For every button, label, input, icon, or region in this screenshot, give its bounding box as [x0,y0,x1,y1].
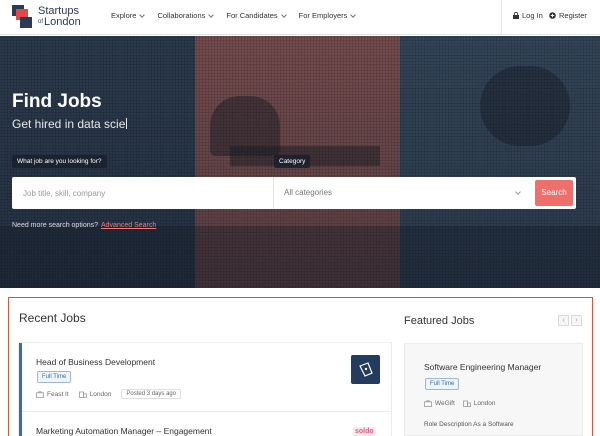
chevron-down-icon [280,11,287,18]
featured-prev-button[interactable]: ‹ [558,315,569,326]
job-location-name: London [473,400,496,407]
job-search-bar: All categories Search [12,177,576,209]
job-company-name: Feast It [47,390,69,398]
list-item[interactable]: Marketing Automation Manager – Engagemen… [22,412,391,436]
list-item[interactable]: Head of Business Development Full Time F… [22,343,391,411]
company-logo[interactable]: soldo [353,427,376,436]
featured-next-button[interactable]: › [571,315,582,326]
logo-text: Startups ofLondon [38,6,81,28]
lock-icon [513,12,519,19]
search-button[interactable]: Search [535,180,573,206]
menu-explore-label: Explore [111,11,137,20]
job-title[interactable]: Head of Business Development [36,357,155,367]
typing-cursor [126,118,128,129]
recent-jobs-title: Recent Jobs [19,311,86,325]
hero-section: Find Jobs Get hired in data scie What jo… [0,36,600,288]
login-link[interactable]: Log In [513,11,543,20]
building-icon [462,400,471,407]
login-label: Log In [522,11,543,20]
register-link[interactable]: Register [549,11,587,20]
advanced-search-prompt: Need more search options? [12,222,98,229]
advanced-search-link[interactable]: Advanced Search [101,222,156,229]
hero-subtitle: Get hired in data scie [12,117,128,131]
chevron-down-icon [350,11,357,18]
job-type-badge: Full Time [425,378,460,390]
hero-title: Find Jobs [12,91,102,112]
chevron-down-icon [139,11,146,18]
menu-for-candidates[interactable]: For Candidates [226,11,287,20]
keyword-input[interactable] [12,177,273,209]
menu-for-candidates-label: For Candidates [226,11,278,20]
featured-job-description: Role Description As a Software [424,421,514,428]
job-meta: Feast It London Posted 3 days ago [36,389,182,399]
menu-explore[interactable]: Explore [111,11,146,20]
menu-for-employers-label: For Employers [298,11,348,20]
top-navigation: Startups ofLondon Explore Collaborations… [0,0,600,35]
startups-of-london-logo[interactable]: Startups ofLondon [12,4,92,31]
job-location: London [462,400,496,407]
logo-of: of [38,19,44,25]
keyword-label: What job are you looking for? [12,155,107,168]
advanced-search-row: Need more search options? Advanced Search [12,222,156,229]
job-title[interactable]: Marketing Automation Manager – Engagemen… [36,426,212,436]
hero-subtitle-text: Get hired in data scie [12,117,126,131]
featured-jobs-title: Featured Jobs [404,315,475,327]
featured-job-meta: WeGift London [424,400,503,407]
chevron-down-icon [208,11,215,18]
company-logo[interactable] [351,355,380,384]
menu-collaborations[interactable]: Collaborations [157,11,215,20]
building-icon [78,391,87,398]
chevron-down-icon [515,189,521,195]
featured-job-title[interactable]: Software Engineering Manager [424,362,541,372]
nav-divider [501,0,502,35]
register-icon [549,12,556,19]
logo-mark-icon [12,5,32,28]
job-location: London [78,390,112,398]
job-company-name: WeGift [435,400,455,407]
job-type-badge: Full Time [37,371,72,383]
category-label: Category [274,155,311,168]
job-company: WeGift [424,400,455,407]
recent-jobs-list: Head of Business Development Full Time F… [19,343,391,436]
feast-it-logo-icon [359,362,373,377]
menu-for-employers[interactable]: For Employers [298,11,357,20]
category-select-value: All categories [284,188,333,197]
posted-date: Posted 3 days ago [121,389,182,399]
featured-job-card[interactable]: Software Engineering Manager Full Time W… [404,343,583,436]
main-menu: Explore Collaborations For Candidates Fo… [111,11,368,20]
logo-line2: London [44,16,81,28]
register-label: Register [559,11,587,20]
job-company: Feast It [36,391,69,398]
briefcase-icon [424,400,432,407]
category-select[interactable]: All categories [274,177,532,209]
menu-collaborations-label: Collaborations [157,11,206,20]
briefcase-icon [36,390,44,398]
job-location-name: London [89,390,112,398]
